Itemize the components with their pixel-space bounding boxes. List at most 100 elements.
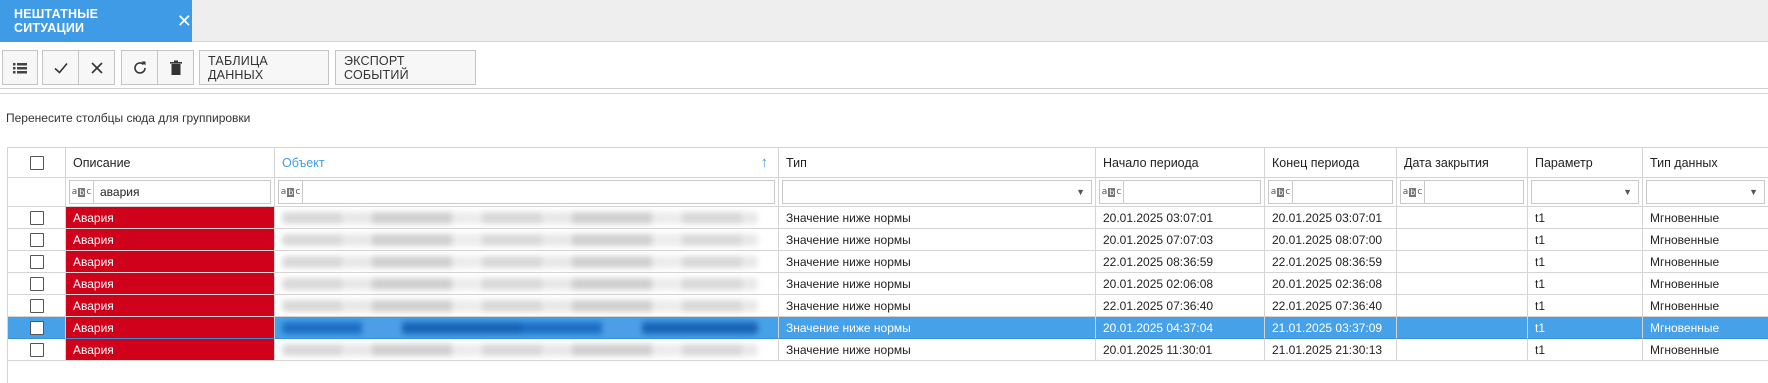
end-cell: 20.01.2025 03:07:01 <box>1265 207 1397 229</box>
row-checkbox-cell <box>8 207 66 229</box>
filter-type-select[interactable]: ▼ <box>782 180 1092 204</box>
table-row[interactable]: Авария Значение ниже нормы 22.01.2025 08:3… <box>8 251 1768 273</box>
row-checkbox[interactable] <box>29 342 44 357</box>
col-period-start[interactable]: Начало периода <box>1096 148 1265 178</box>
end-cell: 21.01.2025 03:37:09 <box>1265 317 1397 339</box>
select-all-checkbox[interactable] <box>29 155 44 170</box>
closed-cell <box>1397 207 1528 229</box>
param-cell: t1 <box>1528 251 1643 273</box>
datatype-cell: Мгновенные <box>1643 339 1768 361</box>
table-row[interactable]: Авария Значение ниже нормы 20.01.2025 11:3… <box>8 339 1768 361</box>
description-cell: Авария <box>66 207 275 229</box>
cancel-button[interactable] <box>78 50 115 85</box>
type-cell: Значение ниже нормы <box>779 251 1096 273</box>
table-row[interactable]: Авария Значение ниже нормы 22.01.2025 07:3… <box>8 295 1768 317</box>
tab-label: НЕШТАТНЫЕ СИТУАЦИИ <box>14 7 99 35</box>
row-checkbox[interactable] <box>29 254 44 269</box>
end-cell: 20.01.2025 02:36:08 <box>1265 273 1397 295</box>
filter-param-select[interactable]: ▼ <box>1531 180 1639 204</box>
table-row[interactable]: Авария Значение ниже нормы 20.01.2025 07:0… <box>8 229 1768 251</box>
text-filter-icon[interactable]: abc <box>1100 181 1124 203</box>
start-cell: 20.01.2025 07:07:03 <box>1096 229 1265 251</box>
text-filter-icon[interactable]: abc <box>1401 181 1425 203</box>
filter-description-cell: abc авария <box>66 178 275 207</box>
description-cell: Авария <box>66 251 275 273</box>
closed-cell <box>1397 295 1528 317</box>
start-cell: 20.01.2025 02:06:08 <box>1096 273 1265 295</box>
toolbar: ТАБЛИЦА ДАННЫХ ЭКСПОРТ СОБЫТИЙ <box>0 42 1768 89</box>
filter-object-cell: abc <box>275 178 779 207</box>
list-view-button[interactable] <box>2 50 38 85</box>
text-filter-icon[interactable]: abc <box>279 181 303 203</box>
trash-icon <box>169 60 182 75</box>
object-cell <box>275 229 779 251</box>
type-cell: Значение ниже нормы <box>779 273 1096 295</box>
col-parameter[interactable]: Параметр <box>1528 148 1643 178</box>
group-panel-hint: Перенесите столбцы сюда для группировки <box>6 111 251 125</box>
redacted-object-name <box>282 343 759 356</box>
row-checkbox[interactable] <box>29 320 44 335</box>
data-table-button[interactable]: ТАБЛИЦА ДАННЫХ <box>199 50 329 85</box>
type-cell: Значение ниже нормы <box>779 339 1096 361</box>
row-checkbox[interactable] <box>29 232 44 247</box>
redacted-object-name <box>282 255 759 268</box>
filter-datatype-cell: ▼ <box>1643 178 1768 207</box>
text-filter-icon[interactable]: abc <box>70 181 94 203</box>
table-row[interactable]: Авария Значение ниже нормы 20.01.2025 04:3… <box>8 317 1768 339</box>
description-cell: Авария <box>66 339 275 361</box>
filter-datatype-select[interactable]: ▼ <box>1646 180 1765 204</box>
confirm-button[interactable] <box>42 50 79 85</box>
dropdown-arrow-icon: ▼ <box>1623 187 1632 197</box>
col-period-end[interactable]: Конец периода <box>1265 148 1397 178</box>
filter-closed-cell: abc <box>1397 178 1528 207</box>
description-cell: Авария <box>66 229 275 251</box>
col-type[interactable]: Тип <box>779 148 1096 178</box>
col-closed-date[interactable]: Дата закрытия <box>1397 148 1528 178</box>
filter-description-input[interactable]: abc авария <box>69 180 271 204</box>
row-checkbox[interactable] <box>29 210 44 225</box>
end-cell: 22.01.2025 08:36:59 <box>1265 251 1397 273</box>
param-cell: t1 <box>1528 273 1643 295</box>
redacted-object-name <box>282 211 759 224</box>
dropdown-arrow-icon: ▼ <box>1749 187 1758 197</box>
row-checkbox[interactable] <box>29 276 44 291</box>
filter-object-input[interactable]: abc <box>278 180 775 204</box>
row-checkbox-cell <box>8 339 66 361</box>
filter-start-input[interactable]: abc <box>1099 180 1261 204</box>
description-cell: Авария <box>66 295 275 317</box>
filter-closed-input[interactable]: abc <box>1400 180 1524 204</box>
table-row[interactable]: Авария Значение ниже нормы 20.01.2025 03:0… <box>8 207 1768 229</box>
tab-emergency-situations[interactable]: НЕШТАТНЫЕ СИТУАЦИИ ✕ <box>0 0 192 42</box>
param-cell: t1 <box>1528 295 1643 317</box>
refresh-icon <box>133 61 146 74</box>
filter-end-input[interactable]: abc <box>1268 180 1393 204</box>
end-cell: 20.01.2025 08:07:00 <box>1265 229 1397 251</box>
table-row[interactable]: Авария Значение ниже нормы 20.01.2025 02:0… <box>8 273 1768 295</box>
object-cell <box>275 273 779 295</box>
dropdown-arrow-icon: ▼ <box>1076 187 1085 197</box>
text-filter-icon[interactable]: abc <box>1269 181 1293 203</box>
type-cell: Значение ниже нормы <box>779 229 1096 251</box>
col-object-label: Объект <box>282 155 325 170</box>
filter-type-cell: ▼ <box>779 178 1096 207</box>
start-cell: 20.01.2025 11:30:01 <box>1096 339 1265 361</box>
export-events-button[interactable]: ЭКСПОРТ СОБЫТИЙ <box>335 50 476 85</box>
delete-button[interactable] <box>157 50 194 85</box>
close-icon <box>90 61 103 74</box>
list-icon <box>13 62 27 73</box>
row-checkbox[interactable] <box>29 298 44 313</box>
col-data-type[interactable]: Тип данных <box>1643 148 1768 178</box>
row-checkbox-cell <box>8 273 66 295</box>
param-cell: t1 <box>1528 207 1643 229</box>
close-icon[interactable]: ✕ <box>177 12 192 30</box>
datatype-cell: Мгновенные <box>1643 295 1768 317</box>
param-cell: t1 <box>1528 339 1643 361</box>
filter-start-cell: abc <box>1096 178 1265 207</box>
filter-empty <box>8 178 66 207</box>
refresh-button[interactable] <box>121 50 158 85</box>
select-all-cell[interactable] <box>8 148 66 178</box>
col-object[interactable]: Объект ↑ <box>275 148 779 178</box>
col-description[interactable]: Описание <box>66 148 275 178</box>
tab-bar: НЕШТАТНЫЕ СИТУАЦИИ ✕ <box>0 0 1768 42</box>
param-cell: t1 <box>1528 229 1643 251</box>
